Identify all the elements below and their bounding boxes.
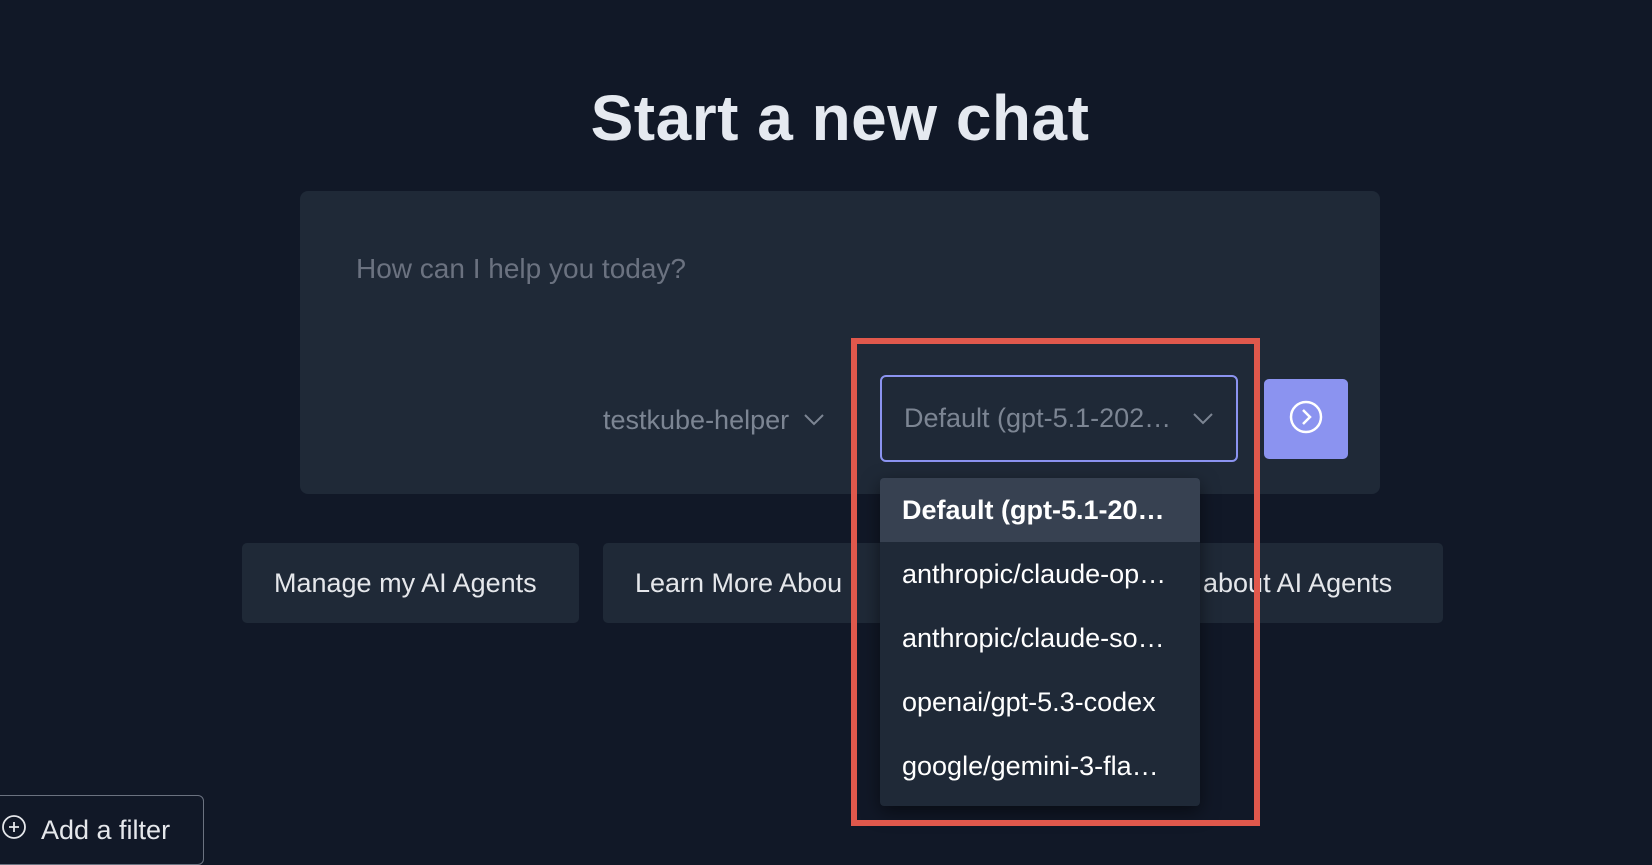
learn-more-label-tail: about AI Agents [1203,567,1393,598]
model-option-label: openai/gpt-5.3-codex [902,686,1156,717]
model-option[interactable]: anthropic/claude-op… [880,542,1200,606]
agent-select-value: testkube-helper [603,404,790,435]
page-title: Start a new chat [590,81,1090,154]
model-dropdown: Default (gpt-5.1-20… anthropic/claude-op… [880,478,1200,806]
model-option[interactable]: Default (gpt-5.1-20… [880,478,1200,542]
model-option-label: anthropic/claude-so… [902,622,1165,653]
agent-select[interactable]: testkube-helper [603,400,825,440]
model-option[interactable]: openai/gpt-5.3-codex [880,670,1200,734]
model-select-value: Default (gpt-5.1-202… [904,403,1172,433]
prompt-input[interactable] [354,248,1338,290]
model-option-label: Default (gpt-5.1-20… [902,494,1165,525]
manage-agents-label: Manage my AI Agents [274,567,537,598]
model-select[interactable]: Default (gpt-5.1-202… [880,375,1238,462]
manage-agents-button[interactable]: Manage my AI Agents [242,543,579,623]
plus-circle-icon [1,814,27,847]
add-filter-label: Add a filter [41,814,171,845]
learn-more-label: Learn More Abou [635,567,843,598]
model-option[interactable]: google/gemini-3-fla… [880,734,1200,798]
send-button[interactable] [1264,379,1348,459]
arrow-right-circle-icon [1288,399,1324,440]
chevron-down-icon [1192,412,1214,426]
model-option-label: google/gemini-3-fla… [902,750,1159,781]
model-option[interactable]: anthropic/claude-so… [880,606,1200,670]
model-option-label: anthropic/claude-op… [902,558,1167,589]
add-filter-button[interactable]: Add a filter [0,795,204,865]
chevron-down-icon [803,413,825,427]
